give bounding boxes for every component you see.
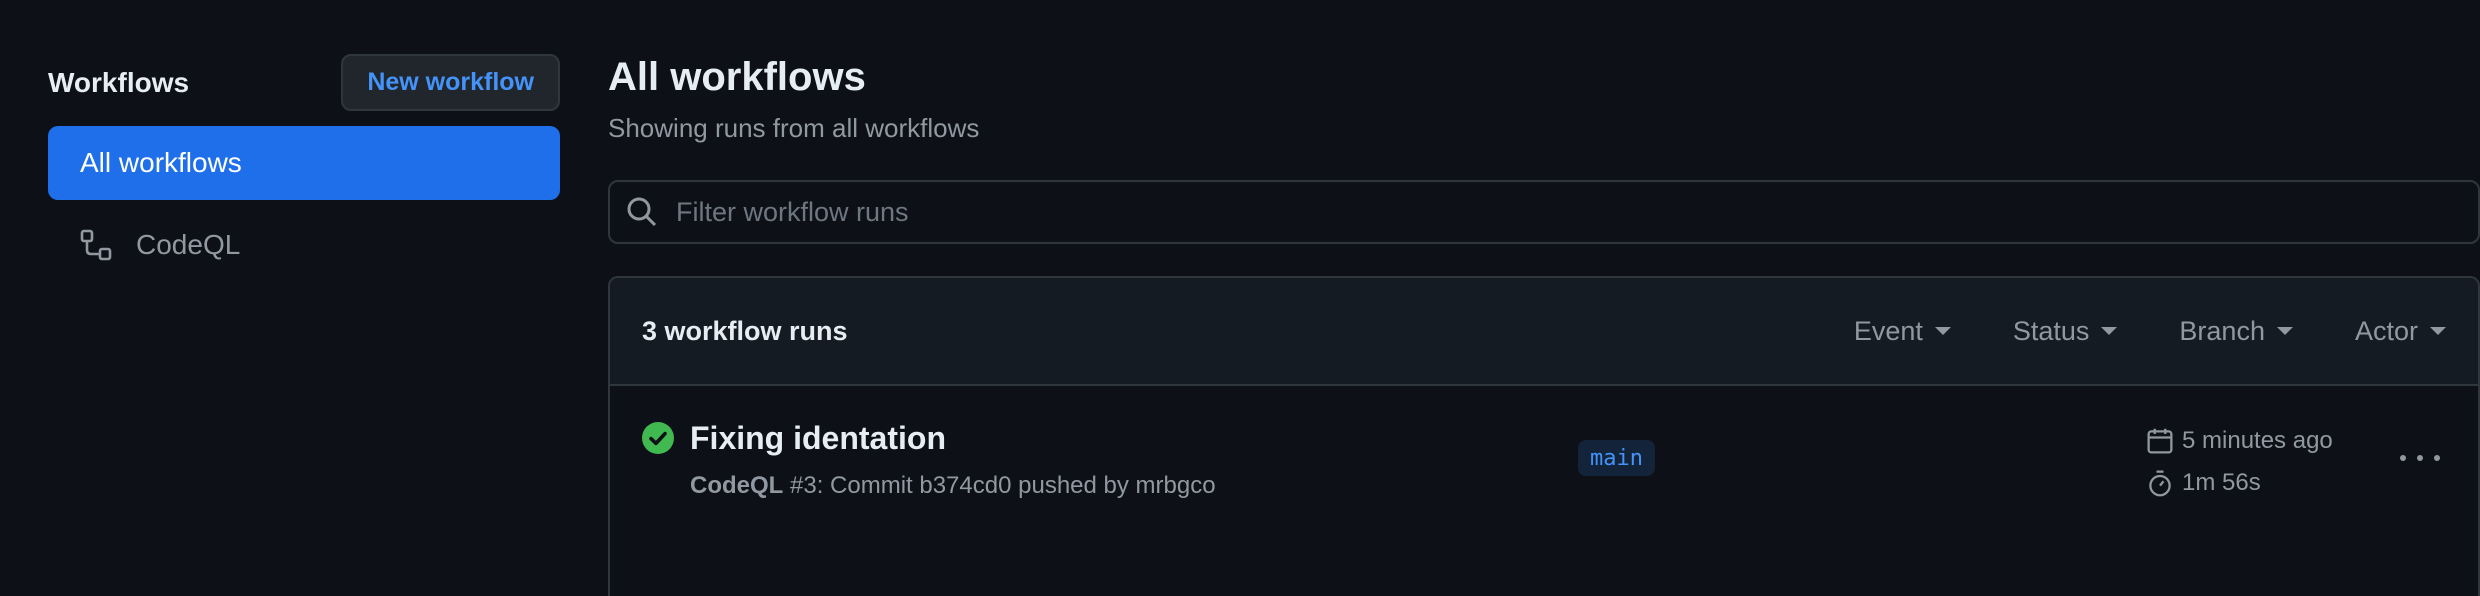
run-details: #3: Commit b374cd0 pushed by mrbgco [790,472,1216,499]
calendar-icon [2147,428,2173,454]
status-filter-label: Status [2012,315,2090,346]
caret-down-icon [1934,327,1951,335]
workflows-sidebar: Workflows New workflow All workflows Cod… [48,54,560,261]
dot [2434,455,2440,461]
runs-count: 3 workflow runs [642,315,848,346]
sidebar-item-all-workflows[interactable]: All workflows [48,126,560,200]
caret-down-icon [2430,327,2446,335]
new-workflow-button[interactable]: New workflow [341,54,560,111]
actor-filter-label: Actor [2354,315,2418,346]
workflow-runs-list: 3 workflow runs Event Status Branch Acto… [608,276,2480,596]
filter-runs-input[interactable] [674,195,2478,229]
sidebar-item-codeql[interactable]: CodeQL [48,208,560,282]
branch-filter-label: Branch [2179,315,2265,346]
run-time-ago: 5 minutes ago [2146,422,2333,460]
filters: Event Status Branch Actor [1854,316,2446,347]
dot [2417,455,2423,461]
stopwatch-icon [2149,470,2171,497]
runs-header: 3 workflow runs Event Status Branch Acto… [610,278,2478,386]
page-title: All workflows [608,55,866,99]
dot [2400,455,2406,461]
search-icon [627,197,657,227]
run-time-info: 5 minutes ago 1m 56s [2146,422,2333,506]
search-box [608,180,2480,244]
caret-down-icon [2276,327,2293,335]
sidebar-item-label: CodeQL [136,229,241,260]
run-duration: 1m 56s [2146,464,2333,502]
branch-filter[interactable]: Branch [2179,316,2293,347]
caret-down-icon [2101,327,2118,335]
sidebar-header: Workflows New workflow [48,54,560,111]
sidebar-title: Workflows [48,66,190,98]
branch-badge[interactable]: main [1578,440,1655,476]
workflow-icon [80,229,112,261]
sidebar-item-label: All workflows [80,147,242,178]
run-workflow-name: CodeQL [690,472,784,499]
run-title[interactable]: Fixing identation [690,420,946,457]
status-filter[interactable]: Status [2013,316,2118,347]
workflow-run-row[interactable]: Fixing identation CodeQL #3: Commit b374… [610,386,2478,596]
run-actions-kebab-icon[interactable] [2400,442,2440,474]
success-check-icon [642,422,674,454]
actor-filter[interactable]: Actor [2355,316,2446,347]
run-time-ago-label: 5 minutes ago [2182,427,2333,454]
page-subtitle: Showing runs from all workflows [608,113,980,143]
run-duration-label: 1m 56s [2182,469,2261,496]
main-content: All workflows Showing runs from all work… [608,52,2480,596]
run-meta: CodeQL #3: Commit b374cd0 pushed by mrbg… [690,472,1216,500]
event-filter[interactable]: Event [1854,316,1951,347]
event-filter-label: Event [1853,315,1923,346]
